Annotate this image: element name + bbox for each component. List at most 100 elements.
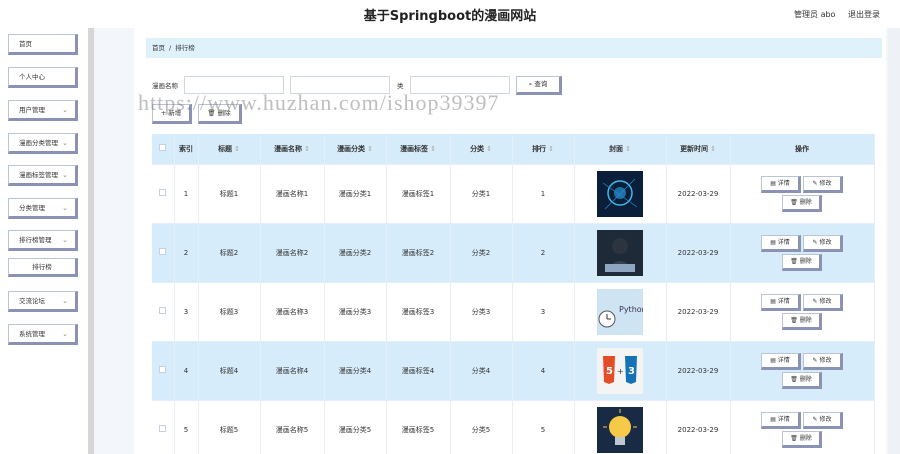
svg-text:3: 3: [628, 366, 635, 377]
sort-icon[interactable]: ⇕: [234, 145, 240, 153]
cell-cover: [574, 163, 667, 223]
edit-button[interactable]: ✎ 修改: [803, 411, 843, 429]
row-checkbox[interactable]: [159, 307, 167, 314]
cell-class: 分类4: [450, 340, 513, 400]
sidebar-item-comic-category[interactable]: 漫画分类管理 ⌄: [8, 133, 78, 154]
row-checkbox[interactable]: [159, 248, 167, 255]
detail-icon: ▤: [770, 238, 776, 246]
sidebar-item-users[interactable]: 用户管理 ⌄: [8, 100, 78, 121]
trash-icon: 🗑: [790, 434, 798, 442]
header-comic-tag[interactable]: 漫画标签 ⇕: [386, 134, 451, 164]
add-button[interactable]: + 新增: [152, 104, 192, 124]
cover-image[interactable]: [597, 229, 643, 276]
trash-icon: 🗑: [207, 109, 216, 117]
detail-icon: ▤: [770, 179, 776, 187]
trash-icon: 🗑: [790, 198, 798, 206]
main-scrollbar[interactable]: [888, 28, 900, 454]
cover-image[interactable]: [597, 170, 643, 217]
sidebar-item-label: 系统管理: [19, 330, 45, 338]
sort-icon[interactable]: ⇕: [304, 145, 310, 153]
header-class[interactable]: 分类 ⇕: [450, 134, 513, 164]
sort-icon[interactable]: ⇕: [367, 145, 373, 153]
breadcrumb-home[interactable]: 首页: [152, 44, 165, 52]
search-input-name[interactable]: [184, 76, 284, 94]
select-all-checkbox[interactable]: [159, 144, 167, 152]
header-update-time[interactable]: 更新时间 ⇕: [666, 134, 731, 164]
row-checkbox[interactable]: [159, 189, 167, 196]
edit-button[interactable]: ✎ 修改: [803, 352, 843, 370]
cover-image[interactable]: Python: [597, 288, 647, 335]
svg-text:5: 5: [606, 366, 613, 377]
sidebar-item-forum[interactable]: 交流论坛 ⌄: [8, 291, 78, 312]
logout-link[interactable]: 退出登录: [848, 10, 880, 19]
batch-delete-button[interactable]: 🗑 删除: [198, 104, 242, 124]
header-label: 标题: [218, 144, 233, 153]
row-select-cell[interactable]: [152, 340, 175, 400]
detail-button[interactable]: ▤ 详情: [761, 352, 801, 370]
cell-update-time: 2022-03-29: [666, 222, 731, 282]
detail-icon: ▤: [770, 356, 776, 364]
sidebar-item-ranking-mgmt[interactable]: 排行榜管理 ⌄: [8, 230, 78, 251]
header-rank[interactable]: 排行 ⇕: [512, 134, 575, 164]
row-select-cell[interactable]: [152, 163, 175, 223]
row-select-cell[interactable]: [152, 399, 175, 454]
cell-title: 标题2: [198, 222, 261, 282]
delete-label: 删除: [799, 434, 812, 442]
search-button-label: 查询: [534, 80, 548, 88]
breadcrumb-separator: /: [169, 44, 172, 52]
search-input-category[interactable]: [290, 76, 390, 94]
cell-comic-category: 漫画分类5: [324, 399, 387, 454]
op-line: 🗑 删除: [731, 312, 874, 331]
header-label: 漫画名称: [274, 144, 303, 153]
cover-image[interactable]: [597, 406, 643, 453]
delete-button[interactable]: 🗑 删除: [782, 371, 822, 389]
sidebar-item-profile[interactable]: 个人中心: [8, 67, 78, 88]
edit-button[interactable]: ✎ 修改: [803, 234, 843, 252]
header-comic-name[interactable]: 漫画名称 ⇕: [260, 134, 325, 164]
row-select-cell[interactable]: [152, 281, 175, 341]
sidebar-item-label: 用户管理: [19, 106, 45, 114]
sort-icon[interactable]: ⇕: [548, 145, 554, 153]
header-index: 索引: [174, 134, 199, 164]
table-row: 2 标题2 漫画名称2 漫画分类2 漫画标签2 分类2 2 2022-03-29 ▤ 详情 ✎ 修…: [152, 222, 875, 282]
header-select-all[interactable]: [152, 134, 175, 164]
sort-icon[interactable]: ⇕: [625, 145, 631, 153]
delete-button[interactable]: 🗑 删除: [782, 253, 822, 271]
detail-button[interactable]: ▤ 详情: [761, 175, 801, 193]
search-icon: ⌕: [528, 80, 533, 88]
row-select-cell[interactable]: [152, 222, 175, 282]
header-comic-category[interactable]: 漫画分类 ⇕: [324, 134, 387, 164]
detail-button[interactable]: ▤ 详情: [761, 234, 801, 252]
sidebar-item-home[interactable]: 首页: [8, 34, 78, 55]
row-checkbox[interactable]: [159, 425, 167, 433]
sort-icon[interactable]: ⇕: [430, 145, 436, 153]
detail-button[interactable]: ▤ 详情: [761, 411, 801, 429]
search-input-class[interactable]: [410, 76, 510, 94]
detail-button[interactable]: ▤ 详情: [761, 293, 801, 311]
sidebar-item-system[interactable]: 系统管理 ⌄: [8, 324, 78, 345]
edit-button[interactable]: ✎ 修改: [803, 293, 843, 311]
cell-index: 4: [174, 340, 199, 400]
header-cover[interactable]: 封面 ⇕: [574, 134, 667, 164]
row-checkbox[interactable]: [159, 366, 167, 373]
cell-operations: ▤ 详情 ✎ 修改 🗑 删除: [730, 163, 875, 223]
sidebar-subitem-ranking[interactable]: 排行榜: [8, 258, 78, 277]
sidebar-item-label: 首页: [19, 40, 32, 48]
sort-icon[interactable]: ⇕: [710, 145, 716, 153]
detail-label: 详情: [777, 415, 790, 423]
sidebar-item-label: 漫画分类管理: [19, 139, 58, 147]
cell-index: 2: [174, 222, 199, 282]
header-title[interactable]: 标题 ⇕: [198, 134, 261, 164]
sidebar-item-comic-tag[interactable]: 漫画标签管理 ⌄: [8, 165, 78, 186]
cover-image[interactable]: 5 +3: [597, 347, 643, 394]
delete-button[interactable]: 🗑 删除: [782, 430, 822, 448]
sort-icon[interactable]: ⇕: [486, 145, 492, 153]
search-button[interactable]: ⌕ 查询: [516, 76, 562, 95]
cell-title: 标题5: [198, 399, 261, 454]
edit-button[interactable]: ✎ 修改: [803, 175, 843, 193]
delete-button[interactable]: 🗑 删除: [782, 194, 822, 212]
breadcrumb-current: 排行榜: [175, 44, 195, 52]
sidebar-item-class[interactable]: 分类管理 ⌄: [8, 198, 78, 219]
delete-button[interactable]: 🗑 删除: [782, 312, 822, 330]
cell-rank: 5: [512, 399, 575, 454]
